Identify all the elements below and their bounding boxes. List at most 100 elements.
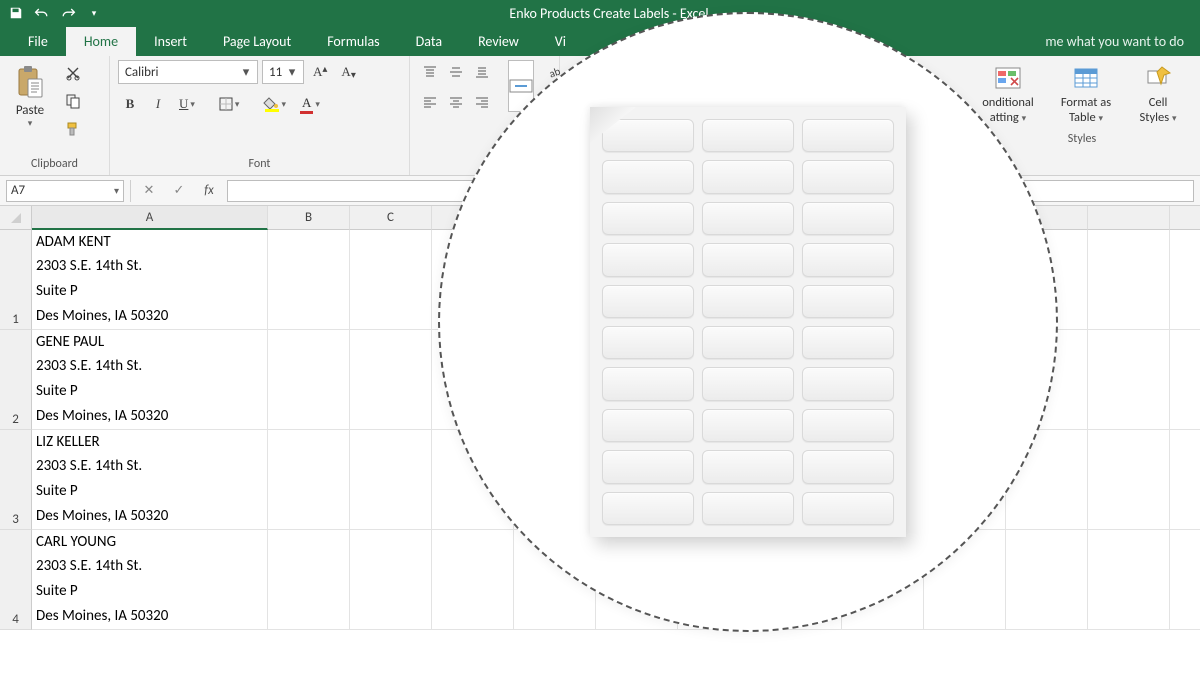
chevron-down-icon[interactable]: ▾ [285,65,299,80]
column-header[interactable]: B [268,206,350,230]
align-left-icon[interactable] [418,90,442,114]
cut-icon[interactable] [60,62,86,84]
row-header[interactable]: 2 [0,330,32,430]
tab-file[interactable]: File [10,27,66,56]
cell[interactable] [1170,230,1200,330]
cancel-formula-icon[interactable]: ✕ [137,180,161,202]
column-header[interactable] [1088,206,1170,230]
font-color-icon[interactable]: A▾ [295,92,325,116]
decrease-font-icon[interactable]: A▾ [336,60,360,84]
format-as-table-l2: Table [1069,110,1096,125]
label-cell [602,326,694,359]
group-label-styles: Styles [972,130,1192,148]
tab-review[interactable]: Review [460,27,537,56]
cell-line: Suite P [36,382,168,402]
row-header[interactable]: 3 [0,430,32,530]
font-name-combo[interactable]: Calibri ▾ [118,60,258,84]
format-as-table-button[interactable]: Format as Table ▾ [1054,62,1118,128]
label-cell [802,409,894,442]
label-cell [702,492,794,525]
cell[interactable] [1088,330,1170,430]
label-cell [802,326,894,359]
align-middle-icon[interactable] [444,60,468,84]
cell[interactable] [1170,530,1200,630]
cell[interactable] [1170,430,1200,530]
label-cell [602,409,694,442]
cell[interactable] [432,530,514,630]
label-cell [802,160,894,193]
label-cell [602,202,694,235]
callout-bubble [438,12,1058,632]
cell[interactable] [1088,430,1170,530]
cell[interactable] [1088,230,1170,330]
font-size-combo[interactable]: 11 ▾ [262,60,304,84]
save-icon[interactable] [6,3,26,23]
label-cell [702,285,794,318]
align-center-icon[interactable] [444,90,468,114]
cell[interactable] [268,330,350,430]
label-cell [702,160,794,193]
label-cell [802,285,894,318]
cell-line: 2303 S.E. 14th St. [36,357,168,377]
cell[interactable]: ADAM KENT 2303 S.E. 14th St. Suite P Des… [32,230,268,330]
align-top-icon[interactable] [418,60,442,84]
align-bottom-icon[interactable] [470,60,494,84]
redo-icon[interactable] [58,3,78,23]
cell[interactable] [350,530,432,630]
tab-data[interactable]: Data [398,27,460,56]
cell-styles-button[interactable]: Cell Styles ▾ [1132,62,1184,128]
tell-me-box[interactable]: me what you want to do [1029,27,1200,56]
column-header[interactable]: L [1170,206,1200,230]
fill-color-icon[interactable]: ▾ [258,92,291,116]
column-header[interactable]: A [32,206,268,230]
cell[interactable] [268,230,350,330]
conditional-formatting-l2: atting [990,110,1019,125]
bold-button[interactable]: B [118,92,142,116]
label-cell [702,367,794,400]
tab-home[interactable]: Home [66,27,136,56]
cell[interactable] [350,230,432,330]
format-painter-icon[interactable] [60,118,86,140]
undo-icon[interactable] [32,3,52,23]
select-all-corner[interactable] [0,206,32,230]
cell[interactable]: GENE PAUL 2303 S.E. 14th St. Suite P Des… [32,330,268,430]
fx-icon[interactable]: fx [197,180,221,202]
cell[interactable] [1006,530,1088,630]
cell[interactable] [1170,330,1200,430]
italic-button[interactable]: I [146,92,170,116]
borders-icon[interactable]: ▾ [214,92,245,116]
label-cell [802,202,894,235]
tab-page-layout[interactable]: Page Layout [205,27,309,56]
increase-font-icon[interactable]: A▴ [308,60,332,84]
cell[interactable] [268,530,350,630]
chevron-down-icon[interactable]: ▾ [239,65,253,80]
paste-button[interactable]: Paste ▾ [8,60,52,132]
tab-insert[interactable]: Insert [136,27,205,56]
copy-icon[interactable] [60,90,86,112]
conditional-formatting-button[interactable]: onditional atting ▾ [976,62,1040,128]
row-header[interactable]: 4 [0,530,32,630]
window-title: Enko Products Create Labels - Excel [104,5,1114,22]
cell[interactable] [350,430,432,530]
cell[interactable]: LIZ KELLER 2303 S.E. 14th St. Suite P De… [32,430,268,530]
cell[interactable]: CARL YOUNG 2303 S.E. 14th St. Suite P De… [32,530,268,630]
label-cell [702,202,794,235]
cell[interactable] [350,330,432,430]
label-cell [602,285,694,318]
row-header[interactable]: 1 [0,230,32,330]
tab-formulas[interactable]: Formulas [309,27,397,56]
tab-view[interactable]: Vi [537,27,584,56]
align-right-icon[interactable] [470,90,494,114]
chevron-down-icon[interactable]: ▾ [114,184,119,197]
cell[interactable] [1088,530,1170,630]
name-box[interactable]: A7 ▾ [6,180,124,202]
enter-formula-icon[interactable]: ✓ [167,180,191,202]
qat-customize-icon[interactable]: ▾ [84,3,104,23]
cell-line: Suite P [36,582,168,602]
underline-button[interactable]: U▾ [174,92,200,116]
cell-line: Suite P [36,482,168,502]
row-headers: 1 2 3 4 [0,230,32,630]
group-font: Calibri ▾ 11 ▾ A▴ A▾ B I U▾ ▾ [110,56,410,175]
column-header[interactable]: C [350,206,432,230]
cell[interactable] [268,430,350,530]
